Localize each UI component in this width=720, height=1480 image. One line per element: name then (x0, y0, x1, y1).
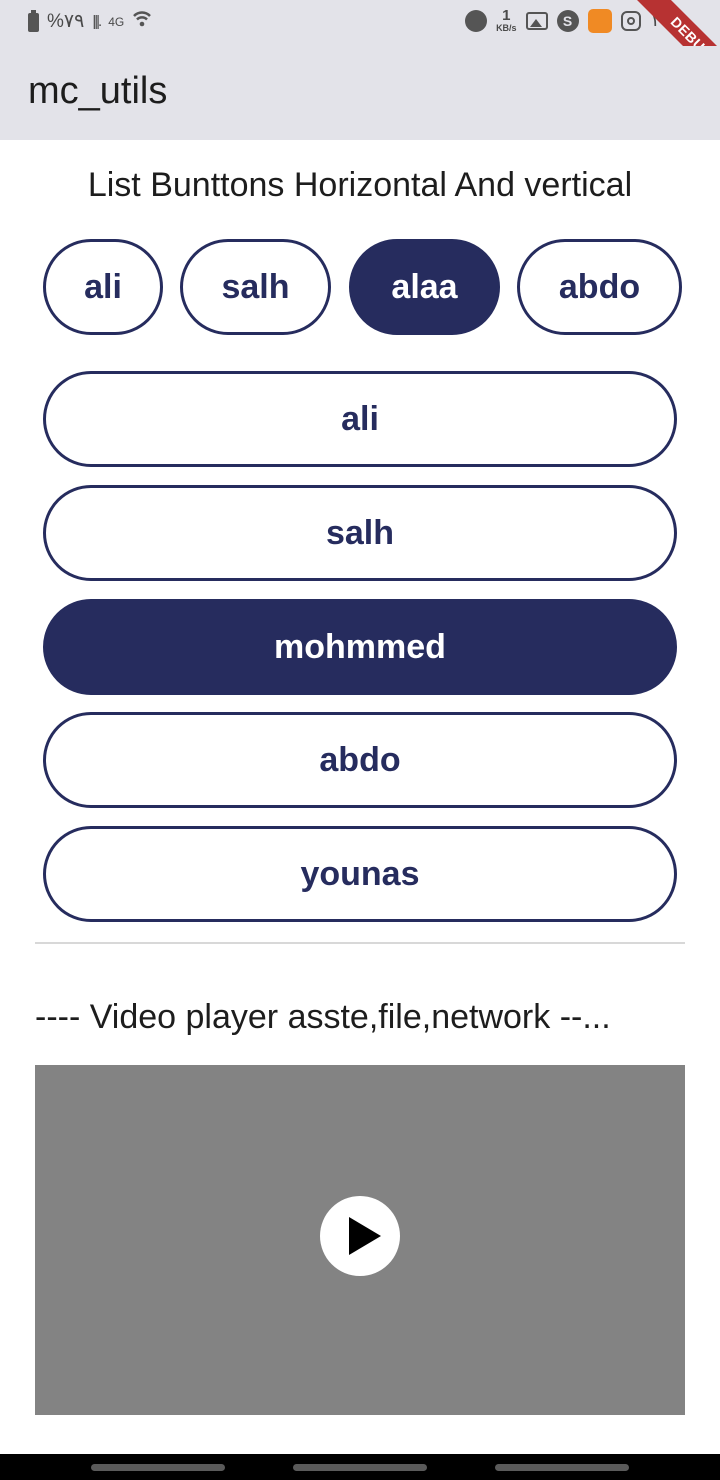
play-icon[interactable] (320, 1196, 400, 1276)
s-app-icon: S (556, 10, 579, 32)
clock: ١١ (649, 10, 670, 31)
wifi-icon (132, 9, 152, 35)
battery-percent: %٧٩ (47, 11, 85, 32)
divider (35, 942, 685, 944)
section-title: List Bunttons Horizontal And vertical (87, 166, 633, 204)
image-icon (525, 12, 548, 30)
shopping-bag-icon (587, 9, 612, 33)
status-bar: %٧٩ |||. 4G 1 KB/s S ١١ (0, 0, 720, 46)
status-left: %٧٩ |||. 4G (28, 9, 152, 35)
system-navigation-bar (0, 1454, 720, 1480)
video-player[interactable] (35, 1065, 685, 1415)
vertical-button-mohmmed[interactable]: mohmmed (43, 599, 677, 695)
nav-back-handle[interactable] (495, 1464, 629, 1471)
horizontal-button-alaa[interactable]: alaa (349, 239, 500, 335)
battery-icon (28, 9, 39, 32)
bubble-icon (465, 10, 488, 32)
horizontal-button-salh[interactable]: salh (180, 239, 331, 335)
nav-recents-handle[interactable] (91, 1464, 225, 1471)
video-section-title: ---- Video player asste,file,network --.… (35, 998, 611, 1036)
app-title: mc_utils (28, 70, 168, 112)
vertical-button-salh[interactable]: salh (43, 485, 677, 581)
app-bar: mc_utils (0, 46, 720, 140)
status-right: 1 KB/s S ١١ (465, 7, 670, 33)
vertical-button-ali[interactable]: ali (43, 371, 677, 467)
speed-indicator: 1 KB/s (496, 7, 517, 33)
signal-icon: |||. (92, 13, 102, 30)
horizontal-button-ali[interactable]: ali (43, 239, 163, 335)
instagram-icon (620, 11, 641, 31)
speed-value: 1 (502, 7, 511, 24)
nav-home-handle[interactable] (293, 1464, 427, 1471)
network-icon: 4G (108, 15, 125, 29)
speed-unit: KB/s (496, 23, 517, 33)
vertical-button-younas[interactable]: younas (43, 826, 677, 922)
vertical-button-abdo[interactable]: abdo (43, 712, 677, 808)
horizontal-button-abdo[interactable]: abdo (517, 239, 682, 335)
